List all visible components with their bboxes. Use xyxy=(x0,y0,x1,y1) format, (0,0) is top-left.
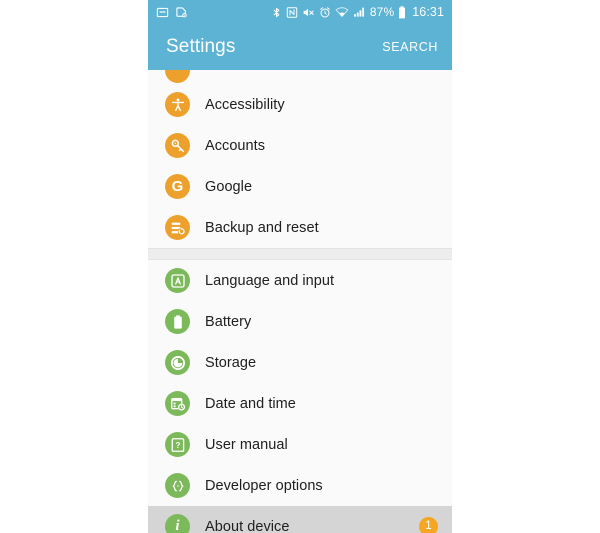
battery-percentage: 87% xyxy=(369,5,395,19)
settings-list[interactable]: Accessibility Accounts G Google Backup a… xyxy=(148,70,452,533)
sim-settings-icon xyxy=(175,6,188,19)
bluetooth-icon xyxy=(271,6,282,19)
list-item-label: Date and time xyxy=(205,395,296,412)
list-item-label: Storage xyxy=(205,354,257,371)
list-item-developer-options[interactable]: Developer options xyxy=(148,465,452,506)
status-badge: 1 xyxy=(419,517,438,533)
list-item-date-and-time[interactable]: Date and time xyxy=(148,383,452,424)
list-item-battery[interactable]: Battery xyxy=(148,301,452,342)
list-item-about-device[interactable]: i About device 1 xyxy=(148,506,452,533)
google-g-glyph: G xyxy=(171,178,184,195)
list-item-partial-above[interactable] xyxy=(148,70,452,84)
list-item-label: Developer options xyxy=(205,477,323,494)
list-item-label: Google xyxy=(205,178,253,195)
signal-icon xyxy=(353,6,366,18)
list-item-accessibility[interactable]: Accessibility xyxy=(148,84,452,125)
storage-icon xyxy=(165,350,190,375)
app-bar: Settings SEARCH xyxy=(148,24,452,70)
list-item-storage[interactable]: Storage xyxy=(148,342,452,383)
user-manual-icon: ? xyxy=(165,432,190,457)
svg-text:?: ? xyxy=(175,441,180,450)
list-item-language-and-input[interactable]: Language and input xyxy=(148,260,452,301)
partial-row-icon xyxy=(165,70,190,83)
list-item-backup-and-reset[interactable]: Backup and reset xyxy=(148,207,452,248)
page-title: Settings xyxy=(166,36,236,57)
info-i-glyph: i xyxy=(175,518,180,533)
screenshot-saved-icon xyxy=(156,6,169,19)
developer-options-icon xyxy=(165,473,190,498)
list-item-label: Accounts xyxy=(205,137,266,154)
list-item-label: Battery xyxy=(205,313,252,330)
list-item-user-manual[interactable]: ? User manual xyxy=(148,424,452,465)
battery-icon xyxy=(165,309,190,334)
date-time-icon xyxy=(165,391,190,416)
about-device-icon: i xyxy=(165,514,190,533)
list-item-label: Backup and reset xyxy=(205,219,319,236)
nfc-icon xyxy=(286,6,298,19)
key-icon xyxy=(165,133,190,158)
section-divider xyxy=(148,248,452,260)
list-item-label: User manual xyxy=(205,436,288,453)
list-item-label: About device xyxy=(205,518,290,533)
accessibility-icon xyxy=(165,92,190,117)
backup-reset-icon xyxy=(165,215,190,240)
battery-status-icon xyxy=(398,5,406,19)
list-item-label: Language and input xyxy=(205,272,335,289)
status-bar-notifications xyxy=(156,6,188,19)
mute-icon xyxy=(302,6,315,19)
status-bar: 87% 16:31 xyxy=(148,0,452,24)
status-bar-clock: 16:31 xyxy=(412,4,444,19)
language-icon xyxy=(165,268,190,293)
alarm-icon xyxy=(319,6,331,19)
status-bar-indicators: 87% 16:31 xyxy=(271,6,444,19)
list-item-label: Accessibility xyxy=(205,96,285,113)
wifi-icon xyxy=(335,6,349,18)
phone-screen: 87% 16:31 Settings SEARCH Accessibility … xyxy=(148,0,452,533)
list-item-accounts[interactable]: Accounts xyxy=(148,125,452,166)
list-item-google[interactable]: G Google xyxy=(148,166,452,207)
google-icon: G xyxy=(165,174,190,199)
search-button[interactable]: SEARCH xyxy=(382,40,438,54)
